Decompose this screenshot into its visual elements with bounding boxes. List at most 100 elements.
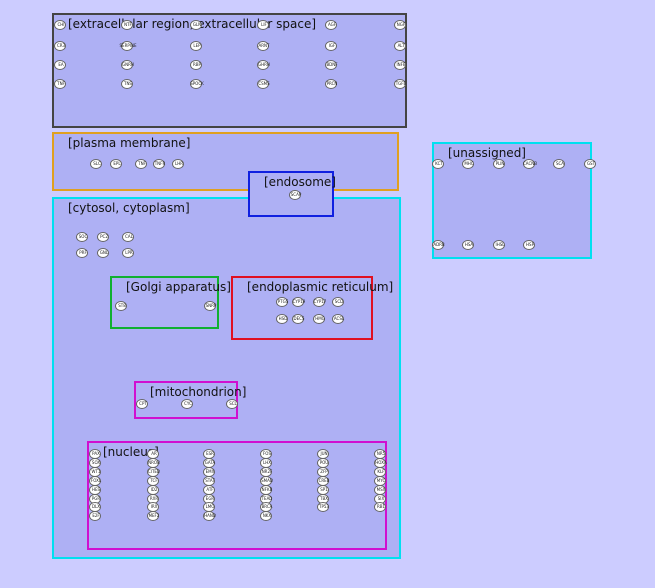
gene-node-label: EGR	[205, 496, 215, 501]
gene-node-snrp[interactable]: SNRP	[204, 301, 216, 311]
gene-node-hsp[interactable]: HSP	[523, 240, 535, 250]
gene-node-mef2[interactable]: MEF2	[147, 511, 159, 521]
gene-node-tns[interactable]: TNS	[121, 79, 133, 89]
gene-node-lif[interactable]: LIF	[257, 20, 269, 30]
gene-node-tgfb[interactable]: TGFB	[394, 79, 406, 89]
gene-node-label: NGF	[396, 22, 406, 27]
gene-node-label: CITED	[147, 469, 161, 474]
gene-node-label: CREB	[318, 478, 330, 483]
gene-node-e2f[interactable]: E2F	[89, 511, 101, 521]
gene-node-nkx[interactable]: NKX	[260, 511, 272, 521]
gene-node-label: AR	[151, 451, 157, 456]
gene-node-ihsl[interactable]: IHSL	[493, 240, 505, 250]
gene-node-label: GNRH	[122, 62, 134, 67]
gene-node-prf[interactable]: PRF	[76, 248, 88, 258]
gene-node-bdnf[interactable]: BDNF	[325, 60, 338, 70]
gene-node-alt[interactable]: ALT	[394, 41, 406, 51]
compartment-label: [endosome]	[264, 175, 336, 189]
gene-node-agf[interactable]: AGF	[325, 20, 337, 30]
gene-node-arnt[interactable]: ARNT	[257, 41, 269, 51]
gene-node-label: HOXA	[375, 460, 387, 465]
gene-node-label: PAX	[92, 451, 100, 456]
gene-node-st8[interactable]: ST8	[115, 301, 127, 311]
gene-node-label: TBX	[320, 496, 328, 501]
gene-node-label: SPOCK	[190, 81, 204, 86]
gene-node-ntf[interactable]: NTF	[121, 20, 133, 30]
gene-node-gnrh[interactable]: GNRH	[121, 60, 134, 70]
gene-node-decs[interactable]: DECS	[292, 314, 304, 324]
gene-node-label: NFKB	[261, 487, 273, 492]
gene-node-scap[interactable]: SCAP	[289, 190, 301, 200]
gene-node-gnl[interactable]: GNL	[97, 248, 109, 258]
compartment-label: [Golgi apparatus]	[126, 280, 231, 294]
gene-node-label: EMX	[205, 469, 215, 474]
gene-node-cpt[interactable]: CPT	[136, 399, 148, 409]
gene-node-hand[interactable]: HAND	[203, 511, 216, 521]
gene-node-cyp19[interactable]: CYP19	[292, 297, 305, 307]
gene-node-lpr[interactable]: LPR	[122, 248, 134, 258]
gene-node-gst[interactable]: GST	[584, 159, 596, 169]
gene-node-ngf[interactable]: NGF	[394, 20, 406, 30]
gene-node-label: LHX	[263, 460, 271, 465]
gene-node-chi[interactable]: CHI	[54, 20, 66, 30]
gene-node-prcn[interactable]: PRCN	[325, 79, 337, 89]
gene-node-tnf[interactable]: TNF	[54, 79, 66, 89]
gene-node-label: SP1	[320, 487, 328, 492]
gene-node-label: BDNF	[326, 62, 338, 67]
gene-node-label: HSA	[464, 242, 474, 247]
gene-node-pc2[interactable]: PC2	[97, 232, 109, 242]
gene-node-label: CR3	[56, 43, 66, 48]
gene-node-epl[interactable]: EPL	[110, 159, 122, 169]
gene-node-label: ALT	[397, 43, 405, 48]
gene-node-rbp[interactable]: RBP	[190, 60, 202, 70]
gene-node-ghrh[interactable]: GHRH	[257, 60, 270, 70]
gene-node-label: TNS	[124, 81, 132, 86]
gene-node-rb1[interactable]: RB1	[374, 502, 386, 512]
gene-node-label: LPR	[125, 250, 133, 255]
gene-node-kct[interactable]: KCT	[432, 159, 444, 169]
gene-node-label: PLIN	[495, 161, 505, 166]
gene-node-label: ACSL	[333, 316, 345, 321]
gene-node-cyc[interactable]: CYC	[181, 399, 193, 409]
gene-node-label: MEF2	[148, 513, 160, 518]
gene-node-lhr[interactable]: LHR	[172, 159, 184, 169]
gene-node-adrb[interactable]: ADRB	[432, 240, 445, 250]
gene-node-label: SOX	[91, 460, 101, 465]
gene-node-soc[interactable]: SOC	[76, 232, 88, 242]
gene-node-scd[interactable]: SCD	[332, 297, 344, 307]
gene-node-acsl[interactable]: ACSL	[332, 314, 344, 324]
gene-node-label: PGR	[91, 496, 101, 501]
gene-node-hsa[interactable]: HSA	[462, 240, 474, 250]
gene-node-label: KCT	[435, 161, 443, 166]
gene-node-serpine[interactable]: SERPINE	[120, 41, 136, 51]
gene-node-cacnb[interactable]: CACNB	[523, 159, 537, 169]
gene-node-label: GST	[586, 161, 596, 166]
gene-node-cal[interactable]: CAL	[122, 232, 134, 242]
gene-node-label: ZFP	[320, 469, 328, 474]
gene-node-csms[interactable]: CSMS	[257, 79, 270, 89]
gene-node-label: LHR	[174, 161, 183, 166]
gene-node-label: MSX	[376, 487, 386, 492]
gene-node-gln[interactable]: GLN	[190, 20, 202, 30]
gene-node-ea[interactable]: EA	[54, 60, 66, 70]
gene-node-label: SCL	[229, 401, 237, 406]
gene-node-plin[interactable]: PLIN	[493, 159, 505, 169]
compartment-golgi: [Golgi apparatus] ST8 SNRP	[110, 276, 231, 329]
gene-node-cr3[interactable]: CR3	[54, 41, 66, 51]
gene-node-label: HSP	[526, 242, 534, 247]
gene-node-scl[interactable]: SCL	[226, 399, 238, 409]
gene-node-spock[interactable]: SPOCK	[190, 79, 204, 89]
gene-node-igf[interactable]: IGF	[325, 41, 337, 51]
compartment-label: [plasma membrane]	[68, 136, 191, 150]
gene-node-label: POU	[319, 460, 329, 465]
compartment-nucleus: [nucleus] PAX AR ESR FOS JUN NR5 SOX NROB GATA LH…	[87, 441, 387, 550]
gene-node-sca[interactable]: SCA	[553, 159, 565, 169]
gene-node-tp53[interactable]: TP53	[317, 502, 329, 512]
gene-node-label: FOXL	[90, 478, 102, 483]
gene-node-infe[interactable]: INFE	[394, 60, 406, 70]
gene-node-label: SNRP	[205, 303, 217, 308]
gene-node-label: MYC	[376, 478, 386, 483]
gene-node-label: JUN	[320, 451, 328, 456]
gene-node-lep[interactable]: LEP	[190, 41, 202, 51]
gene-node-mhc[interactable]: MHC	[462, 159, 474, 169]
